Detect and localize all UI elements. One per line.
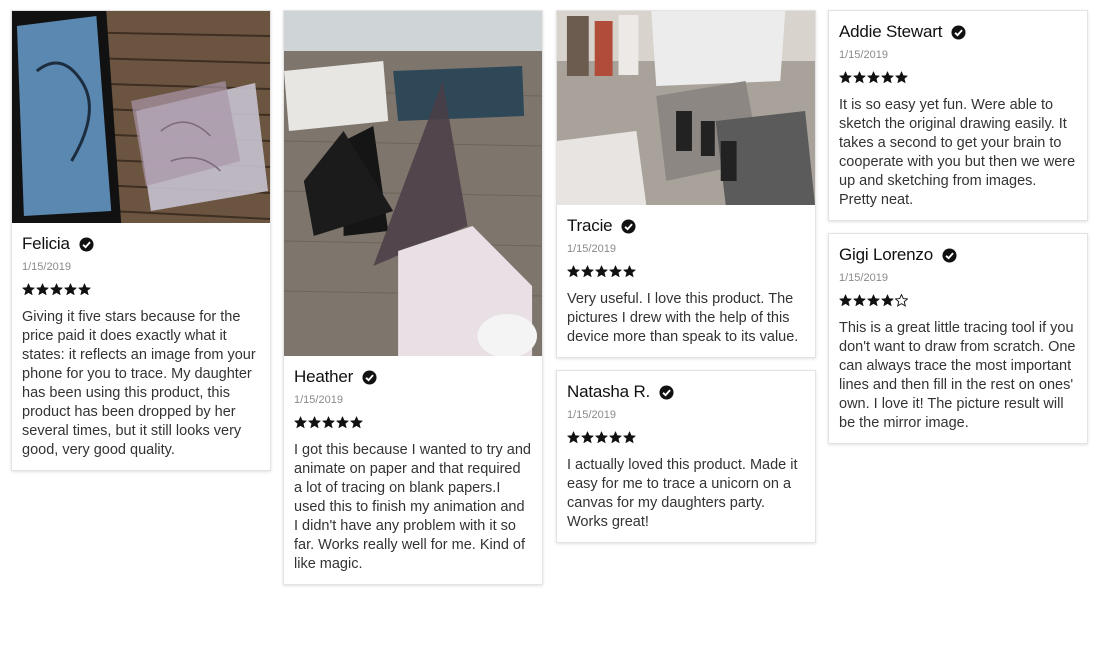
star-filled-icon bbox=[609, 265, 622, 278]
star-filled-icon bbox=[595, 265, 608, 278]
star-rating bbox=[294, 416, 532, 430]
star-filled-icon bbox=[895, 71, 908, 84]
review-column-4: Addie Stewart 1/15/2019 It is so easy ye… bbox=[828, 10, 1088, 456]
review-text: It is so easy yet fun. Were able to sket… bbox=[839, 97, 1076, 208]
star-filled-icon bbox=[581, 265, 594, 278]
verified-check-icon bbox=[362, 369, 377, 385]
reviewer-name: Heather bbox=[294, 367, 354, 386]
review-date: 1/15/2019 bbox=[22, 261, 71, 273]
reviewer-name: Gigi Lorenzo bbox=[839, 245, 933, 264]
star-filled-icon bbox=[50, 283, 63, 296]
verified-check-icon bbox=[621, 218, 636, 234]
review-card[interactable]: Addie Stewart 1/15/2019 It is so easy ye… bbox=[828, 10, 1088, 221]
reviewer-name: Felicia bbox=[22, 234, 70, 253]
star-filled-icon bbox=[881, 71, 894, 84]
star-outline-icon bbox=[895, 294, 908, 307]
star-filled-icon bbox=[853, 71, 866, 84]
review-date: 1/15/2019 bbox=[567, 409, 616, 421]
star-rating bbox=[839, 294, 1077, 308]
review-text: Giving it five stars because for the pri… bbox=[22, 309, 256, 458]
review-card[interactable]: Felicia 1/15/2019 Giving it five stars b… bbox=[11, 10, 271, 471]
star-filled-icon bbox=[581, 431, 594, 444]
review-photo[interactable] bbox=[557, 11, 815, 205]
star-filled-icon bbox=[64, 283, 77, 296]
review-text: Very useful. I love this product. The pi… bbox=[567, 291, 799, 345]
star-rating bbox=[22, 283, 260, 297]
star-filled-icon bbox=[567, 431, 580, 444]
review-column-2: Heather 1/15/2019 I got this because I w… bbox=[283, 10, 543, 597]
review-date: 1/15/2019 bbox=[839, 272, 888, 284]
star-filled-icon bbox=[78, 283, 91, 296]
star-filled-icon bbox=[867, 294, 880, 307]
star-filled-icon bbox=[609, 431, 622, 444]
review-text: I got this because I wanted to try and a… bbox=[294, 442, 531, 572]
star-filled-icon bbox=[623, 431, 636, 444]
reviewer-name: Addie Stewart bbox=[839, 22, 943, 41]
reviewer-name: Natasha R. bbox=[567, 382, 651, 401]
star-filled-icon bbox=[595, 431, 608, 444]
review-card[interactable]: Gigi Lorenzo 1/15/2019 This is a great l… bbox=[828, 233, 1088, 444]
star-filled-icon bbox=[867, 71, 880, 84]
star-filled-icon bbox=[22, 283, 35, 296]
review-photo[interactable] bbox=[284, 11, 542, 356]
review-column-3: Tracie 1/15/2019 Very useful. I love thi… bbox=[556, 10, 816, 555]
verified-check-icon bbox=[951, 24, 966, 40]
reviewer-name: Tracie bbox=[567, 216, 613, 235]
star-filled-icon bbox=[839, 294, 852, 307]
star-filled-icon bbox=[853, 294, 866, 307]
star-filled-icon bbox=[567, 265, 580, 278]
review-card[interactable]: Tracie 1/15/2019 Very useful. I love thi… bbox=[556, 10, 816, 358]
review-text: I actually loved this product. Made it e… bbox=[567, 457, 798, 530]
review-column-1: Felicia 1/15/2019 Giving it five stars b… bbox=[11, 10, 271, 483]
verified-check-icon bbox=[79, 236, 94, 252]
review-date: 1/15/2019 bbox=[567, 243, 616, 255]
star-rating bbox=[567, 431, 805, 445]
verified-check-icon bbox=[942, 247, 957, 263]
star-filled-icon bbox=[350, 416, 363, 429]
star-rating bbox=[567, 265, 805, 279]
star-filled-icon bbox=[881, 294, 894, 307]
review-card[interactable]: Natasha R. 1/15/2019 I actually loved th… bbox=[556, 370, 816, 543]
star-filled-icon bbox=[839, 71, 852, 84]
review-date: 1/15/2019 bbox=[294, 394, 343, 406]
star-filled-icon bbox=[623, 265, 636, 278]
review-card[interactable]: Heather 1/15/2019 I got this because I w… bbox=[283, 10, 543, 585]
star-filled-icon bbox=[336, 416, 349, 429]
star-filled-icon bbox=[36, 283, 49, 296]
verified-check-icon bbox=[659, 384, 674, 400]
star-rating bbox=[839, 71, 1077, 85]
review-text: This is a great little tracing tool if y… bbox=[839, 320, 1076, 431]
star-filled-icon bbox=[294, 416, 307, 429]
star-filled-icon bbox=[308, 416, 321, 429]
star-filled-icon bbox=[322, 416, 335, 429]
review-photo[interactable] bbox=[12, 11, 270, 223]
review-date: 1/15/2019 bbox=[839, 49, 888, 61]
